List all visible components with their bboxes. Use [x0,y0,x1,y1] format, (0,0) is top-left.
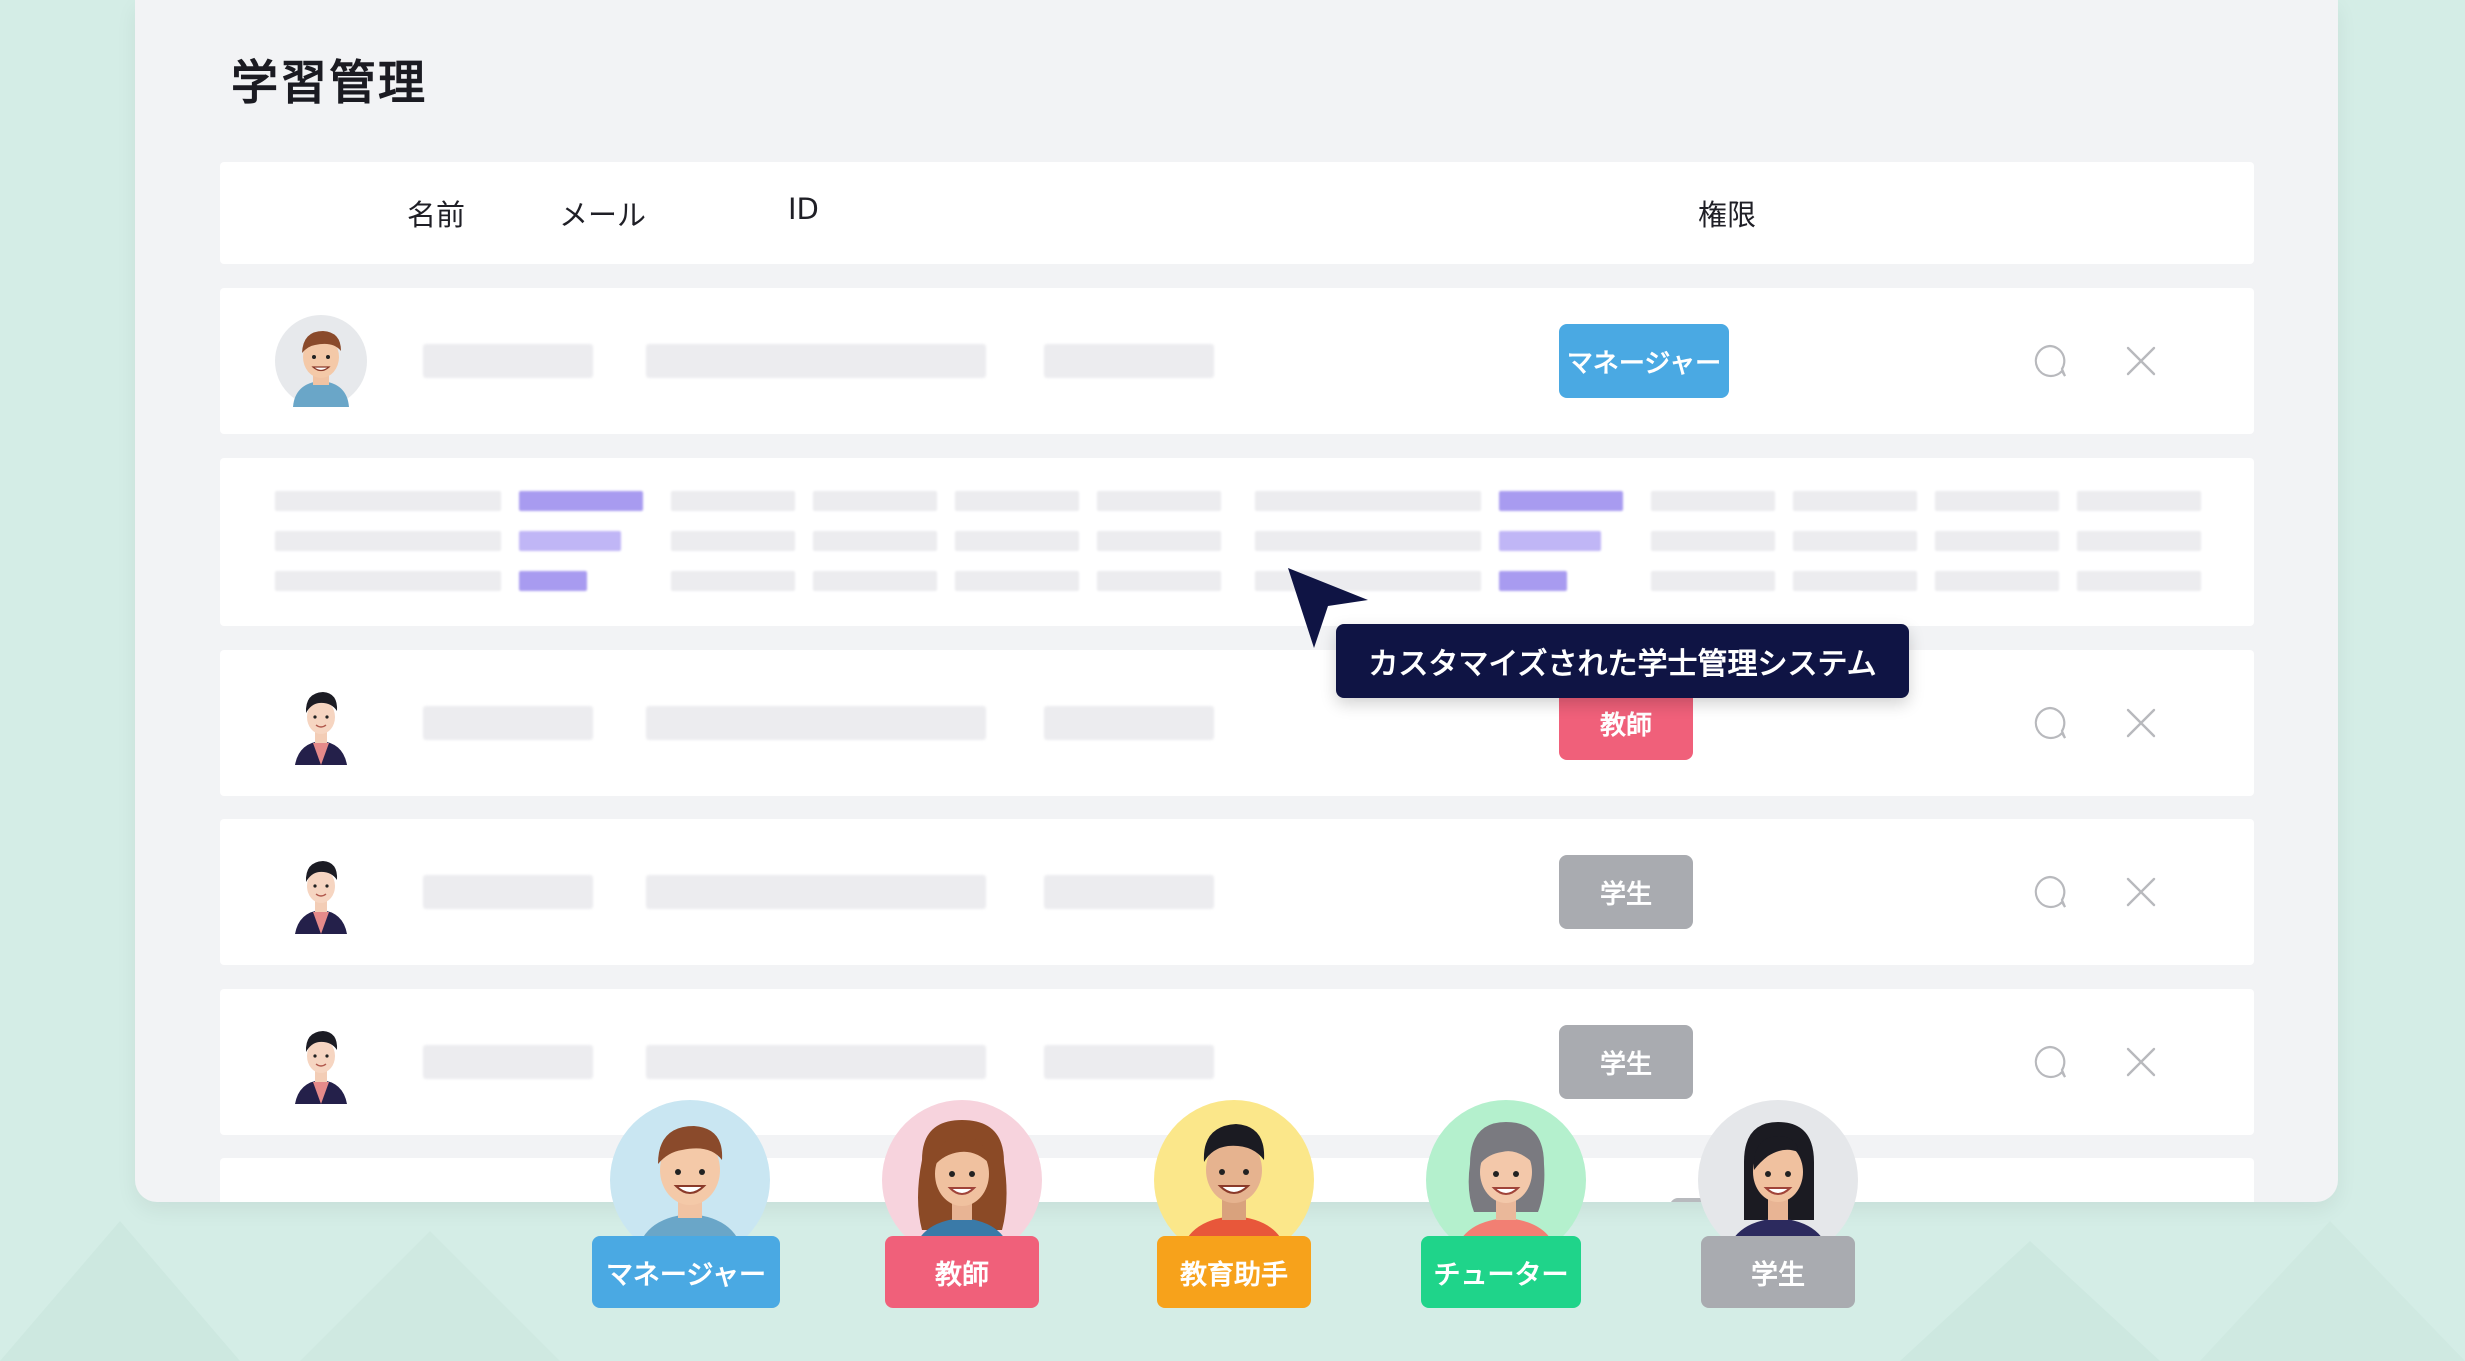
email-placeholder [646,706,986,740]
persona-label-manager: マネージャー [592,1236,780,1308]
email-placeholder [646,344,986,378]
column-header-name[interactable]: 名前 [407,192,465,234]
email-placeholder [646,1045,986,1079]
comment-icon[interactable] [2031,342,2069,380]
role-badge-student[interactable]: 学生 [1559,855,1693,929]
comment-icon[interactable] [2031,873,2069,911]
comment-icon[interactable] [2031,704,2069,742]
persona-label-teaching-assistant: 教育助手 [1157,1236,1311,1308]
close-icon[interactable] [2122,873,2160,911]
role-badge-manager[interactable]: マネージャー [1559,324,1729,398]
expanded-detail-row [220,458,2254,626]
id-placeholder [1044,706,1214,740]
id-placeholder [1044,875,1214,909]
learning-management-panel: 学習管理 名前 メール ID 権限 マネージャー 教師 学生 学生 [135,0,2338,1202]
tooltip: カスタマイズされた学士管理システム [1336,624,1909,698]
persona-label-student: 学生 [1701,1236,1855,1308]
name-placeholder [423,875,593,909]
page-title: 学習管理 [231,56,427,111]
id-placeholder [1044,1045,1214,1079]
table-row[interactable]: マネージャー [220,288,2254,434]
email-placeholder [646,875,986,909]
comment-icon[interactable] [2031,1043,2069,1081]
manager-avatar-icon [275,315,367,407]
table-row[interactable]: 教師 [220,650,2254,796]
name-placeholder [423,1045,593,1079]
teacher-avatar-icon [275,677,367,769]
column-header-email[interactable]: メール [559,192,646,234]
column-header-permission[interactable]: 権限 [1698,192,1756,234]
close-icon[interactable] [2122,1043,2160,1081]
role-badge-student[interactable]: 学生 [1559,1025,1693,1099]
table-header: 名前 メール ID 権限 [220,162,2254,264]
name-placeholder [423,706,593,740]
student-avatar-icon [275,1016,367,1108]
column-header-id[interactable]: ID [788,192,819,226]
id-placeholder [1044,344,1214,378]
persona-label-tutor: チューター [1421,1236,1581,1308]
close-icon[interactable] [2122,342,2160,380]
student-avatar-icon [275,846,367,938]
close-icon[interactable] [2122,704,2160,742]
persona-label-teacher: 教師 [885,1236,1039,1308]
table-row[interactable]: 学生 [220,819,2254,965]
name-placeholder [423,344,593,378]
